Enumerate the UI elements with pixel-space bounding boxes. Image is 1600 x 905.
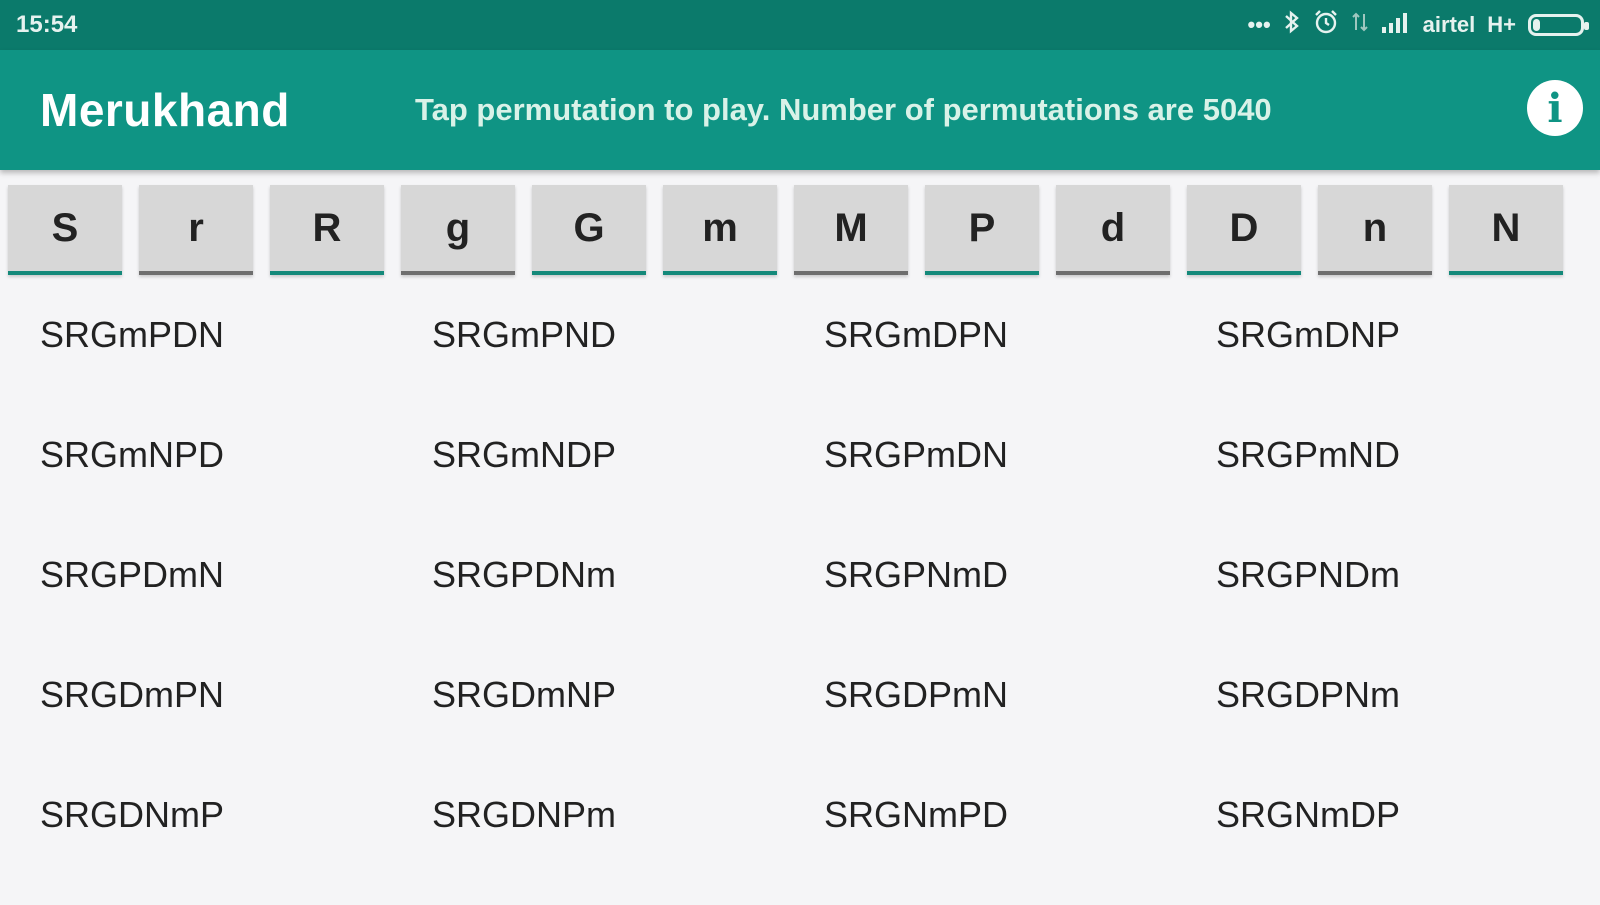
carrier-label: airtel	[1422, 12, 1476, 37]
permutation-item[interactable]: SRGmPDN	[40, 305, 224, 365]
permutation-item[interactable]: SRGDNPm	[432, 785, 616, 845]
permutation-item[interactable]: SRGmDNP	[1216, 305, 1400, 365]
status-icons: ••• airtel H+	[1247, 9, 1589, 41]
note-toggle-bar: SrRgGmMPdDnN	[8, 185, 1600, 275]
app-subtitle: Tap permutation to play. Number of permu…	[415, 92, 1272, 127]
permutation-row: SRGDmPN SRGDmNP SRGDPmN SRGDPNm	[40, 665, 1600, 785]
alarm-icon	[1313, 9, 1339, 41]
permutation-row: SRGDNmP SRGDNPm SRGNmPD SRGNmDP	[40, 785, 1600, 905]
permutation-item[interactable]: SRGNmDP	[1216, 785, 1400, 845]
note-button-r[interactable]: r	[139, 185, 253, 275]
note-button-M[interactable]: M	[794, 185, 908, 275]
bluetooth-icon	[1283, 10, 1301, 40]
note-button-d[interactable]: d	[1056, 185, 1170, 275]
permutation-item[interactable]: SRGDmPN	[40, 665, 224, 725]
note-button-g[interactable]: g	[401, 185, 515, 275]
permutation-item[interactable]: SRGPmND	[1216, 425, 1400, 485]
permutation-item[interactable]: SRGmNPD	[40, 425, 224, 485]
permutation-item[interactable]: SRGNmPD	[824, 785, 1008, 845]
permutation-item[interactable]: SRGmNDP	[432, 425, 616, 485]
permutation-item[interactable]: SRGPDmN	[40, 545, 224, 605]
app-bar: Merukhand Tap permutation to play. Numbe…	[0, 50, 1600, 170]
data-arrows-icon	[1351, 10, 1369, 40]
note-button-R[interactable]: R	[270, 185, 384, 275]
app-title: Merukhand	[40, 84, 290, 136]
signal-icon	[1381, 11, 1411, 39]
permutation-item[interactable]: SRGPNmD	[824, 545, 1008, 605]
more-dots-icon: •••	[1247, 12, 1271, 37]
permutation-item[interactable]: SRGPmDN	[824, 425, 1008, 485]
status-bar: 15:54 ••• airtel H+	[0, 0, 1600, 50]
permutation-row: SRGmPDN SRGmPND SRGmDPN SRGmDNP	[40, 305, 1600, 425]
permutation-item[interactable]: SRGDNmP	[40, 785, 224, 845]
permutation-item[interactable]: SRGmDPN	[824, 305, 1008, 365]
permutation-row: SRGPDmN SRGPDNm SRGPNmD SRGPNDm	[40, 545, 1600, 665]
note-button-n[interactable]: n	[1318, 185, 1432, 275]
battery-level	[1533, 19, 1540, 31]
note-button-P[interactable]: P	[925, 185, 1039, 275]
note-button-m[interactable]: m	[663, 185, 777, 275]
permutation-grid: SRGmPDN SRGmPND SRGmDPN SRGmDNP SRGmNPD SRGmN…	[40, 305, 1600, 905]
note-button-S[interactable]: S	[8, 185, 122, 275]
permutation-row: SRGmNPD SRGmNDP SRGPmDN SRGPmND	[40, 425, 1600, 545]
permutation-item[interactable]: SRGPDNm	[432, 545, 616, 605]
permutation-item[interactable]: SRGDPmN	[824, 665, 1008, 725]
battery-icon	[1528, 14, 1589, 36]
info-icon[interactable]: i	[1527, 80, 1583, 136]
network-type-label: H+	[1487, 12, 1516, 37]
permutation-item[interactable]: SRGPNDm	[1216, 545, 1400, 605]
note-button-D[interactable]: D	[1187, 185, 1301, 275]
permutation-item[interactable]: SRGDPNm	[1216, 665, 1400, 725]
permutation-item[interactable]: SRGDmNP	[432, 665, 616, 725]
note-button-N[interactable]: N	[1449, 185, 1563, 275]
permutation-item[interactable]: SRGmPND	[432, 305, 616, 365]
status-time: 15:54	[16, 11, 78, 38]
note-button-G[interactable]: G	[532, 185, 646, 275]
